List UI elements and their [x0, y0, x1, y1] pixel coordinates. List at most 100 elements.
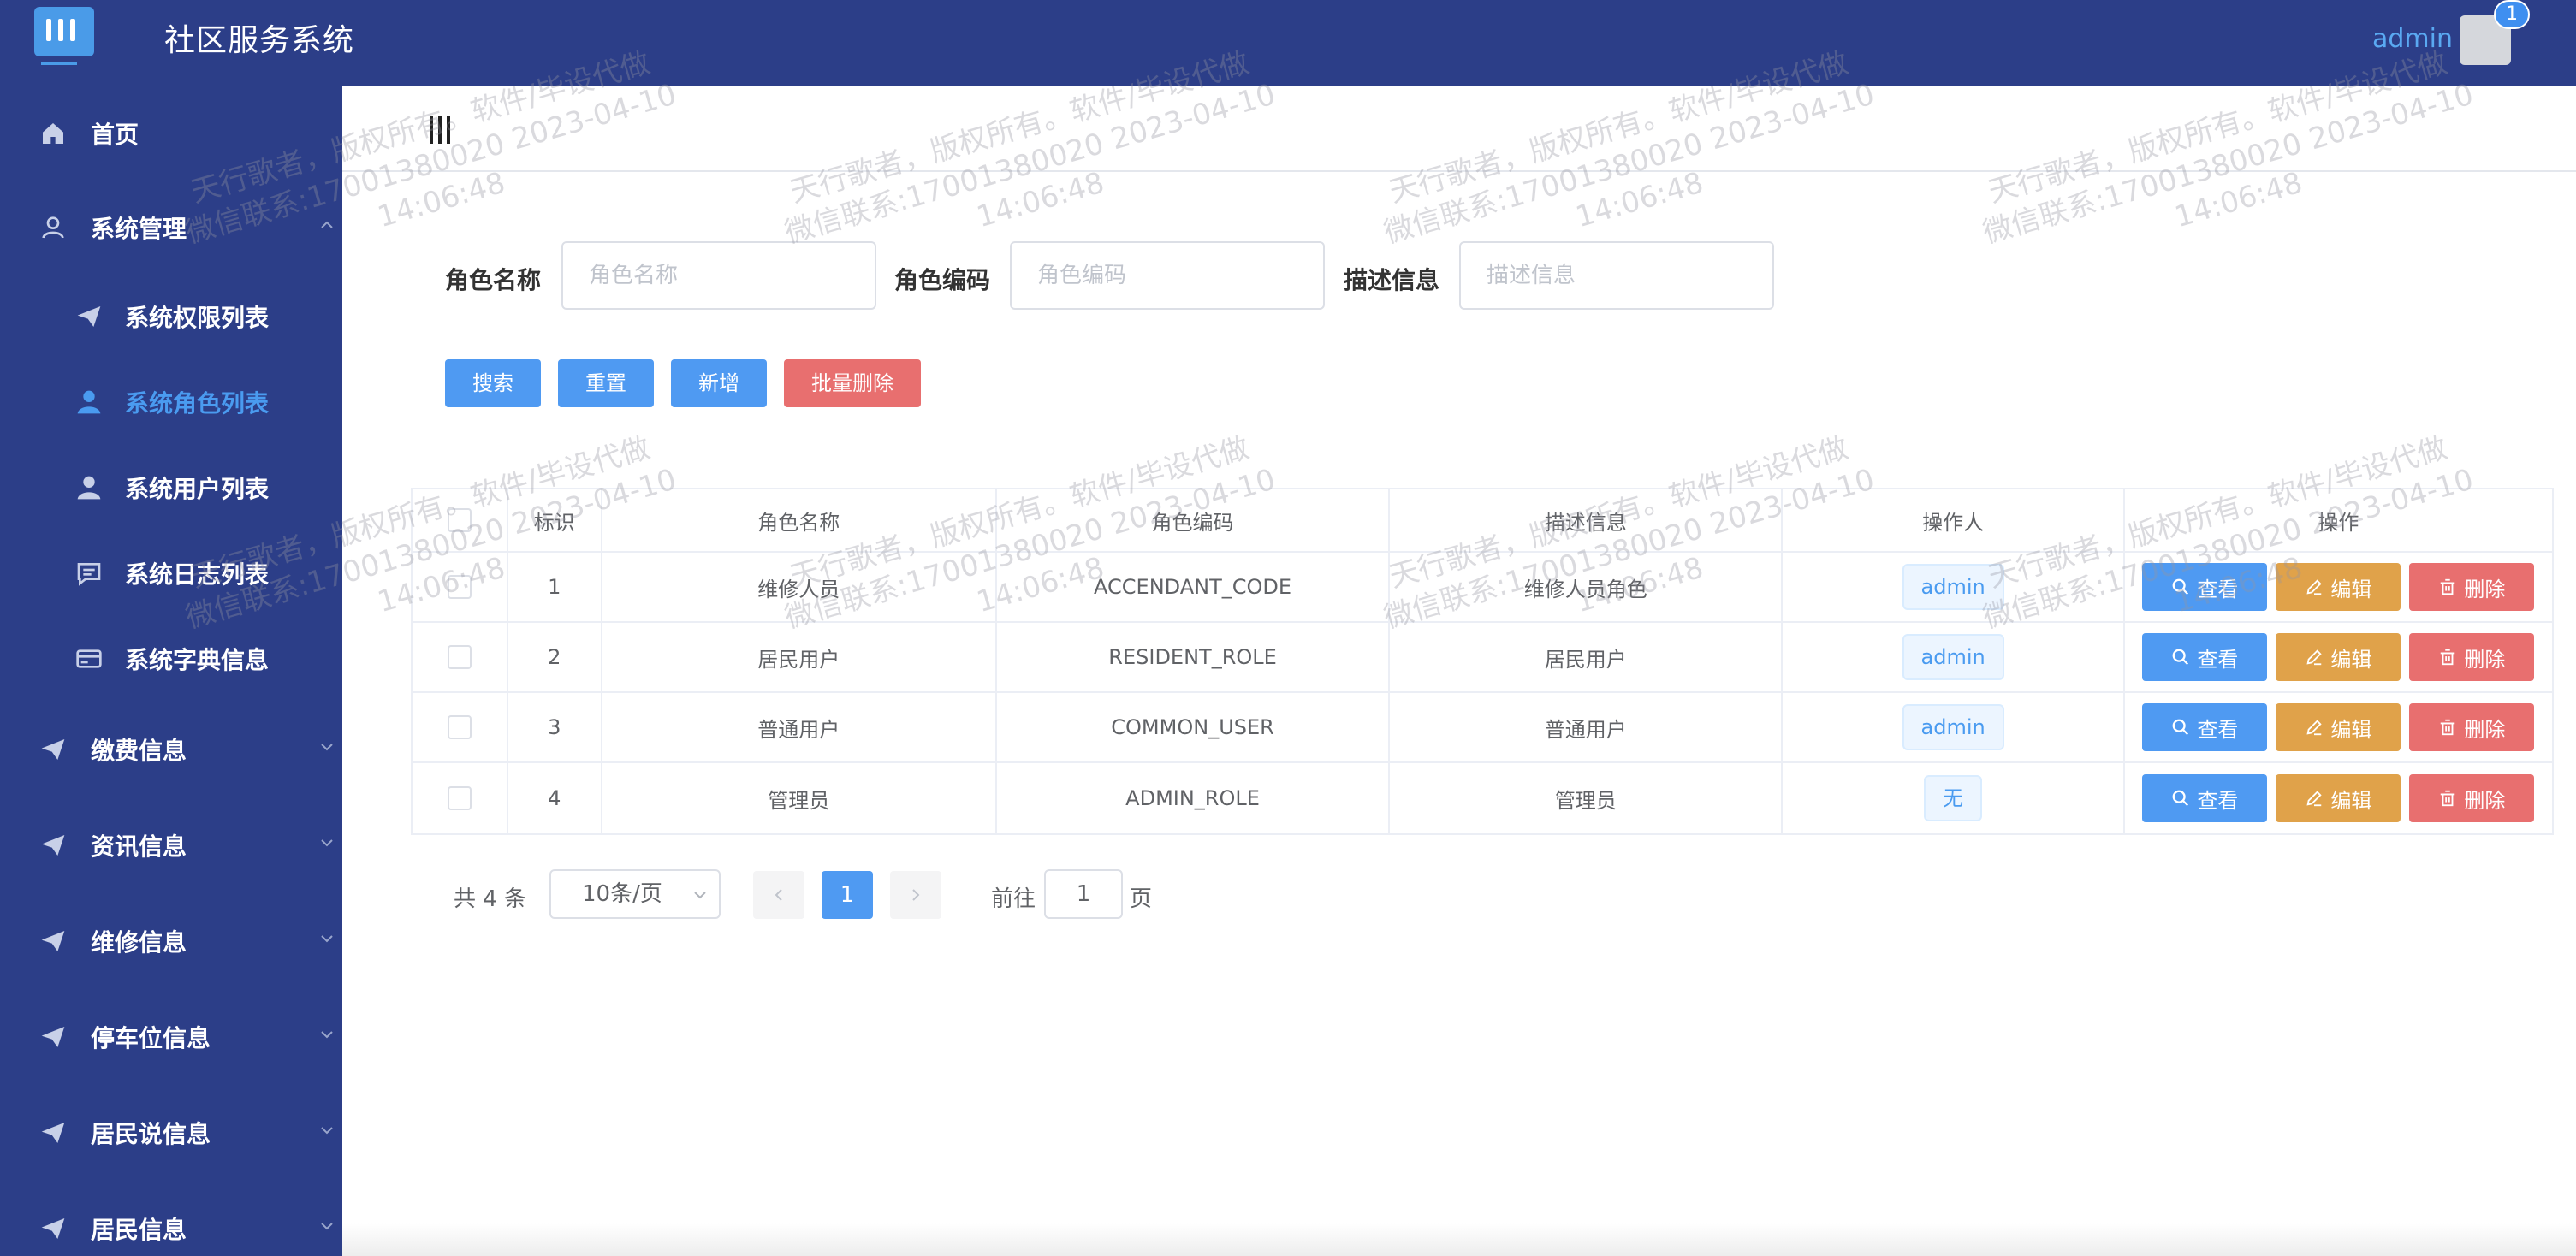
view-button[interactable]: 查看 [2142, 703, 2268, 751]
edit-label: 编辑 [2330, 647, 2372, 672]
row-checkbox[interactable] [447, 786, 472, 810]
cell-id: 3 [508, 693, 602, 761]
delete-button[interactable]: 删除 [2409, 703, 2535, 751]
app-logo-icon [34, 7, 94, 65]
operator-tag: admin [1902, 564, 2004, 610]
prev-page-button[interactable] [753, 871, 804, 919]
next-page-button[interactable] [890, 871, 941, 919]
cell-role-name: 普通用户 [602, 693, 997, 761]
edit-icon [2305, 718, 2324, 737]
reset-button[interactable]: 重置 [558, 359, 654, 407]
table-row: 4 管理员 ADMIN_ROLE 管理员无查看 编辑 删除 [413, 763, 2552, 833]
cell-operator: admin [1783, 693, 2125, 761]
add-button[interactable]: 新增 [671, 359, 767, 407]
cell-id: 4 [508, 763, 602, 833]
cell-description: 居民用户 [1390, 623, 1784, 691]
page-size-select[interactable]: 10条/页 [549, 869, 721, 919]
sidebar-item-repairs[interactable]: 维修信息 [0, 903, 342, 980]
chevron-right-icon [912, 889, 920, 901]
edit-button[interactable]: 编辑 [2276, 703, 2401, 751]
sidebar-item-parking[interactable]: 停车位信息 [0, 998, 342, 1075]
column-header: 操作 [2318, 510, 2359, 535]
sidebar-item-resident-posts[interactable]: 居民说信息 [0, 1094, 342, 1171]
paper-plane-icon [41, 1218, 65, 1239]
select-all-checkbox[interactable] [447, 508, 472, 532]
row-checkbox-cell [413, 553, 508, 621]
chevron-up-icon [321, 221, 333, 228]
current-page-button[interactable]: 1 [822, 871, 873, 919]
cell-description: 管理员 [1390, 763, 1784, 833]
cell-operator: admin [1783, 623, 2125, 691]
edit-button[interactable]: 编辑 [2276, 633, 2401, 681]
column-header: 标识 [508, 489, 602, 551]
role-code-input[interactable] [1010, 241, 1325, 310]
sidebar-item-permissions[interactable]: 系统权限列表 [0, 278, 342, 355]
sidebar-item-home[interactable]: 首页 [0, 95, 342, 172]
role-name-input[interactable] [561, 241, 876, 310]
sidebar-item-label: 系统角色列表 [125, 389, 270, 418]
sidebar-item-label: 维修信息 [91, 928, 187, 957]
sidebar-item-system-management[interactable]: 系统管理 [0, 189, 342, 266]
sidebar-item-residents[interactable]: 居民信息 [0, 1190, 342, 1256]
sidebar-item-payments[interactable]: 缴费信息 [0, 711, 342, 788]
edit-label: 编辑 [2330, 788, 2372, 813]
row-checkbox[interactable] [447, 575, 472, 599]
paper-plane-icon [41, 1123, 65, 1143]
card-icon [76, 649, 102, 668]
row-checkbox-cell [413, 693, 508, 761]
chat-icon [77, 563, 101, 586]
paper-plane-icon [41, 739, 65, 760]
search-icon [2171, 789, 2190, 808]
search-icon [2171, 578, 2190, 596]
sidebar-item-label: 居民说信息 [91, 1120, 211, 1148]
cell-role-code: COMMON_USER [997, 693, 1391, 761]
trash-icon [2438, 789, 2457, 808]
sidebar-item-roles[interactable]: 系统角色列表 [0, 364, 342, 441]
trash-icon [2438, 648, 2457, 667]
cell-role-name: 居民用户 [602, 623, 997, 691]
sidebar-item-label: 系统管理 [91, 215, 187, 243]
search-button[interactable]: 搜索 [445, 359, 541, 407]
bottom-shadow [342, 1223, 2576, 1256]
cell-id: 1 [508, 553, 602, 621]
view-button[interactable]: 查看 [2142, 774, 2268, 822]
table-row: 3 普通用户 COMMON_USER 普通用户 admin 查看 编辑 删除 [413, 693, 2552, 763]
sidebar-item-logs[interactable]: 系统日志列表 [0, 535, 342, 612]
edit-icon [2305, 578, 2324, 596]
sidebar-item-label: 首页 [91, 121, 139, 149]
delete-button[interactable]: 删除 [2409, 774, 2535, 822]
chevron-down-icon [321, 1223, 333, 1230]
cell-actions: 查看 编辑 删除 [2125, 693, 2552, 761]
operator-tag: 无 [1924, 775, 1983, 821]
batch-delete-button[interactable]: 批量删除 [784, 359, 921, 407]
cell-role-code: ADMIN_ROLE [997, 763, 1391, 833]
edit-button[interactable]: 编辑 [2276, 774, 2401, 822]
chevron-down-icon [321, 744, 333, 751]
operator-tag: admin [1902, 704, 2004, 750]
goto-page-input[interactable] [1044, 869, 1123, 919]
sidebar-item-users[interactable]: 系统用户列表 [0, 449, 342, 526]
sidebar-item-dictionary[interactable]: 系统字典信息 [0, 620, 342, 697]
delete-button[interactable]: 删除 [2409, 633, 2535, 681]
chevron-left-icon [775, 889, 782, 901]
page-suffix-label: 页 [1130, 886, 1153, 912]
notification-badge[interactable]: 1 [2494, 0, 2530, 29]
sidebar-item-news[interactable]: 资讯信息 [0, 807, 342, 884]
cell-id: 2 [508, 623, 602, 691]
page-size-value: 10条/页 [582, 881, 662, 907]
view-button[interactable]: 查看 [2142, 633, 2268, 681]
delete-button[interactable]: 删除 [2409, 563, 2535, 611]
trash-icon [2438, 578, 2457, 596]
user-outline-icon [42, 216, 64, 239]
view-button[interactable]: 查看 [2142, 563, 2268, 611]
sidebar-item-label: 系统日志列表 [125, 560, 270, 589]
table-header-row: 标识 角色名称 角色编码 描述信息 操作人 操作 [413, 489, 2552, 553]
edit-button[interactable]: 编辑 [2276, 563, 2401, 611]
table-row: 1 维修人员 ACCENDANT_CODE 维修人员角色 admin 查看 编辑 删除 [413, 553, 2552, 623]
row-checkbox[interactable] [447, 645, 472, 669]
cell-role-name: 维修人员 [602, 553, 997, 621]
user-name-link[interactable]: admin [2372, 24, 2453, 54]
menu-toggle-icon[interactable] [430, 116, 455, 144]
description-input[interactable] [1459, 241, 1774, 310]
row-checkbox[interactable] [447, 715, 472, 739]
